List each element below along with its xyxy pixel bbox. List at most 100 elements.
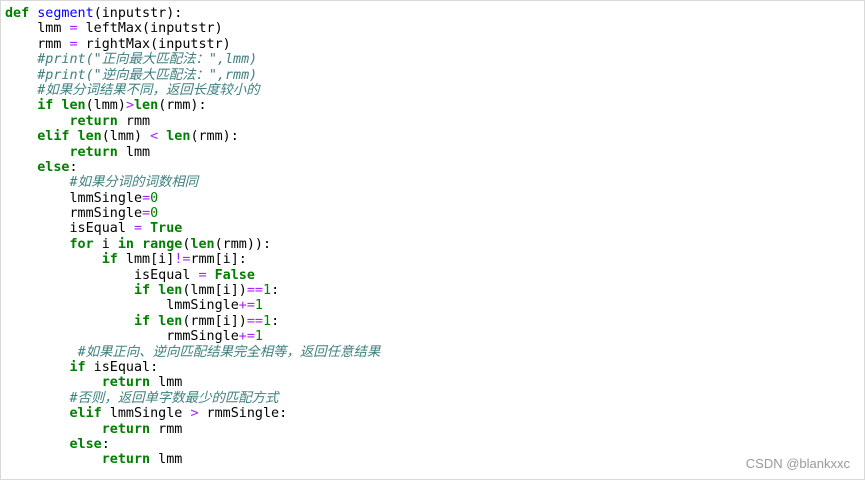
code-text: rmmSingle <box>5 206 143 222</box>
code-line: if len(lmm)>len(rmm): <box>5 98 380 113</box>
code-line: if lmm[i]!=rmm[i]: <box>5 252 380 267</box>
code-operator: == <box>246 283 263 299</box>
code-line: lmm = leftMax(inputstr) <box>5 21 380 36</box>
code-line: if len(lmm[i])==1: <box>5 283 380 298</box>
code-number: 1 <box>254 298 263 314</box>
code-keyword: for <box>69 236 94 252</box>
code-text: i <box>93 236 118 252</box>
code-text: (lmm[i]) <box>182 283 247 299</box>
code-line: lmmSingle=0 <box>5 191 380 206</box>
code-text: rmmSingle <box>5 329 239 345</box>
code-line: rmmSingle+=1 <box>5 329 380 344</box>
code-line: lmmSingle+=1 <box>5 298 380 313</box>
code-keyword: elif <box>69 406 102 422</box>
code-line: def segment(inputstr): <box>5 6 380 21</box>
code-keyword: len <box>77 129 102 145</box>
code-line: if len(rmm[i])==1: <box>5 314 380 329</box>
code-text: : <box>69 159 78 175</box>
code-line: return lmm <box>5 375 380 390</box>
code-text: lmmSingle <box>5 298 239 314</box>
code-text: : <box>271 283 280 299</box>
code-text: isEqual <box>5 267 199 283</box>
code-number: 0 <box>150 206 159 222</box>
code-line: return lmm <box>5 452 380 467</box>
code-text: lmm <box>150 375 183 391</box>
code-keyword: if <box>69 359 86 375</box>
code-keyword: len <box>61 98 86 114</box>
code-text: rmm <box>5 36 70 52</box>
code-keyword: len <box>190 236 215 252</box>
code-line: else: <box>5 160 380 175</box>
code-line: if isEqual: <box>5 360 380 375</box>
code-line: #如果分词结果不同，返回长度较小的 <box>5 83 380 98</box>
code-operator: += <box>238 329 255 345</box>
code-line: #否则，返回单字数最少的匹配方式 <box>5 391 380 406</box>
code-line: return rmm <box>5 114 380 129</box>
code-number: 1 <box>263 283 272 299</box>
code-text: rmm[i]: <box>190 252 247 268</box>
code-text: lmm <box>5 21 70 37</box>
code-keyword: else <box>37 159 70 175</box>
code-line: return rmm <box>5 422 380 437</box>
code-operator: += <box>238 298 255 314</box>
code-comment: #print("正向最大匹配法：",lmm) <box>37 52 258 68</box>
code-text: lmm[i] <box>117 252 175 268</box>
code-operator: = <box>198 267 207 283</box>
code-keyword: if <box>37 98 54 114</box>
code-text: rmmSingle: <box>198 406 288 422</box>
code-keyword: if <box>134 313 151 329</box>
code-line: #print("正向最大匹配法：",lmm) <box>5 52 380 67</box>
code-line: rmmSingle=0 <box>5 206 380 221</box>
code-number: 1 <box>254 329 263 345</box>
watermark-text: CSDN @blankxxc <box>745 456 850 471</box>
code-operator: = <box>69 21 78 37</box>
code-cell[interactable]: def segment(inputstr): lmm = leftMax(inp… <box>0 0 865 480</box>
code-operator: != <box>174 252 191 268</box>
code-text: : <box>101 436 110 452</box>
code-keyword: elif <box>37 129 70 145</box>
code-text: (lmm) <box>101 129 151 145</box>
code-line: #如果正向、逆向匹配结果完全相等，返回任意结果 <box>5 345 381 360</box>
code-keyword: in <box>117 236 134 252</box>
code-editor[interactable]: def segment(inputstr): lmm = leftMax(inp… <box>5 6 380 468</box>
code-text: lmmSingle <box>5 190 143 206</box>
code-line: #print("逆向最大匹配法：",rmm) <box>5 68 380 83</box>
code-comment: #print("逆向最大匹配法：",rmm) <box>37 67 258 83</box>
code-function-name: segment <box>37 6 94 21</box>
code-keyword: return <box>69 113 118 129</box>
code-line: #如果分词的词数相同 <box>5 175 380 190</box>
code-text: leftMax(inputstr) <box>77 21 223 37</box>
code-line: elif len(lmm) < len(rmm): <box>5 129 380 144</box>
code-line: isEqual = True <box>5 221 380 236</box>
code-line: elif lmmSingle > rmmSingle: <box>5 406 380 421</box>
code-keyword: len <box>158 313 183 329</box>
code-operator: < <box>150 129 159 145</box>
code-text: lmmSingle <box>101 406 191 422</box>
code-operator: = <box>142 206 151 222</box>
code-keyword: False <box>214 267 255 283</box>
code-number: 1 <box>263 313 272 329</box>
code-text: (rmm)): <box>214 236 272 252</box>
code-keyword: return <box>69 144 118 160</box>
code-text: isEqual: <box>85 359 159 375</box>
code-line: return lmm <box>5 145 380 160</box>
